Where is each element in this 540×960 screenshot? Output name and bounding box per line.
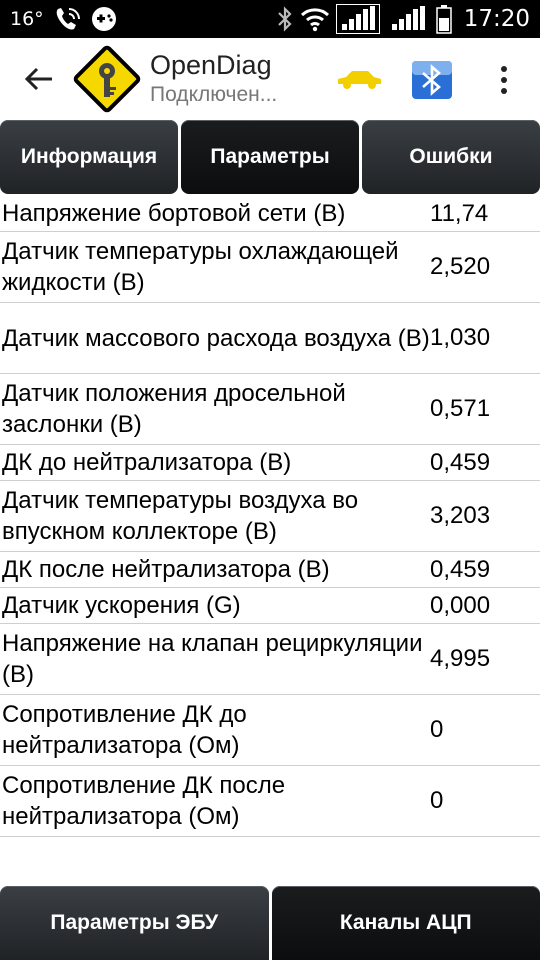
parameter-value: 2,520 — [430, 253, 491, 280]
parameter-name: Датчик положения дросельной заслонки (В) — [2, 380, 346, 438]
table-row: Напряжение на клапан рециркуляции (В) 4,… — [0, 624, 540, 695]
parameter-name: Датчик массового расхода воздуха (В) — [2, 324, 430, 352]
temperature: 16° — [10, 8, 44, 30]
tab-information[interactable]: Информация — [0, 120, 178, 194]
battery-icon — [435, 5, 452, 34]
parameter-name: Датчик ускорения (G) — [2, 592, 241, 619]
parameter-value: 0,459 — [430, 448, 491, 476]
app-title: OpenDiag — [150, 50, 272, 80]
table-row: Напряжение бортовой сети (В) 11,74 — [0, 196, 540, 232]
phone-wifi-call-icon — [56, 8, 80, 30]
car-icon[interactable] — [334, 68, 384, 90]
parameter-name: Датчик температуры воздуха во впускном к… — [2, 487, 359, 545]
table-row: Датчик температуры охлаждающей жидкости … — [0, 232, 540, 303]
app-logo-icon — [73, 45, 141, 113]
table-row: Датчик ускорения (G) 0,000 — [0, 588, 540, 624]
signal-icon — [335, 4, 380, 34]
adc-channels-button[interactable]: Каналы АЦП — [271, 886, 540, 960]
parameters-table: Напряжение бортовой сети (В) 11,74 Датчи… — [0, 196, 540, 837]
signal-icon — [391, 6, 425, 30]
tab-bar: Информация Параметры Ошибки — [0, 120, 540, 196]
table-row: Датчик положения дросельной заслонки (В)… — [0, 374, 540, 445]
bottom-bar: Параметры ЭБУ Каналы АЦП — [0, 886, 540, 960]
bluetooth-icon[interactable] — [411, 60, 453, 100]
table-row: Датчик массового расхода воздуха (В) 1,0… — [0, 303, 540, 374]
parameter-value: 4,995 — [430, 645, 491, 672]
app-logo[interactable] — [70, 42, 144, 116]
table-row: Датчик температуры воздуха во впускном к… — [0, 481, 540, 552]
status-bar: 16° 17:20 — [0, 0, 540, 38]
parameter-value: 1,030 — [430, 324, 491, 351]
parameter-value: 0 — [430, 787, 444, 814]
game-controller-icon — [91, 7, 116, 31]
parameter-name: Напряжение бортовой сети (В) — [2, 200, 346, 227]
wifi-icon — [300, 8, 329, 32]
tab-errors[interactable]: Ошибки — [362, 120, 540, 194]
tab-parameters[interactable]: Параметры — [181, 120, 359, 194]
table-row: ДК после нейтрализатора (В) 0,459 — [0, 552, 540, 588]
parameter-name: ДК до нейтрализатора (В) — [2, 449, 292, 476]
parameter-value: 0,000 — [430, 591, 491, 619]
parameter-name: Сопротивление ДК после нейтрализатора (О… — [2, 772, 286, 830]
parameter-name: Напряжение на клапан рециркуляции (В) — [2, 630, 423, 688]
table-row: Сопротивление ДК до нейтрализатора (Ом) … — [0, 695, 540, 766]
parameter-name: Сопротивление ДК до нейтрализатора (Ом) — [2, 701, 247, 759]
table-row: Сопротивление ДК после нейтрализатора (О… — [0, 766, 540, 837]
parameter-value: 11,74 — [430, 199, 489, 227]
overflow-menu-icon[interactable] — [492, 62, 516, 98]
parameter-name: ДК после нейтрализатора (В) — [2, 556, 330, 583]
parameter-name: Датчик температуры охлаждающей жидкости … — [2, 238, 399, 296]
parameter-value: 0,571 — [430, 395, 491, 422]
back-arrow-icon — [24, 67, 52, 91]
table-row: ДК до нейтрализатора (В) 0,459 — [0, 445, 540, 481]
action-bar: OpenDiag Подключен... — [0, 38, 540, 120]
back-button[interactable] — [16, 56, 62, 102]
ecu-parameters-button[interactable]: Параметры ЭБУ — [0, 886, 269, 960]
parameter-value: 0 — [430, 716, 444, 743]
parameter-value: 0,459 — [430, 555, 491, 583]
clock: 17:20 — [463, 6, 530, 32]
bluetooth-icon — [277, 6, 292, 32]
connection-status: Подключен... — [150, 83, 278, 106]
parameter-value: 3,203 — [430, 502, 491, 529]
